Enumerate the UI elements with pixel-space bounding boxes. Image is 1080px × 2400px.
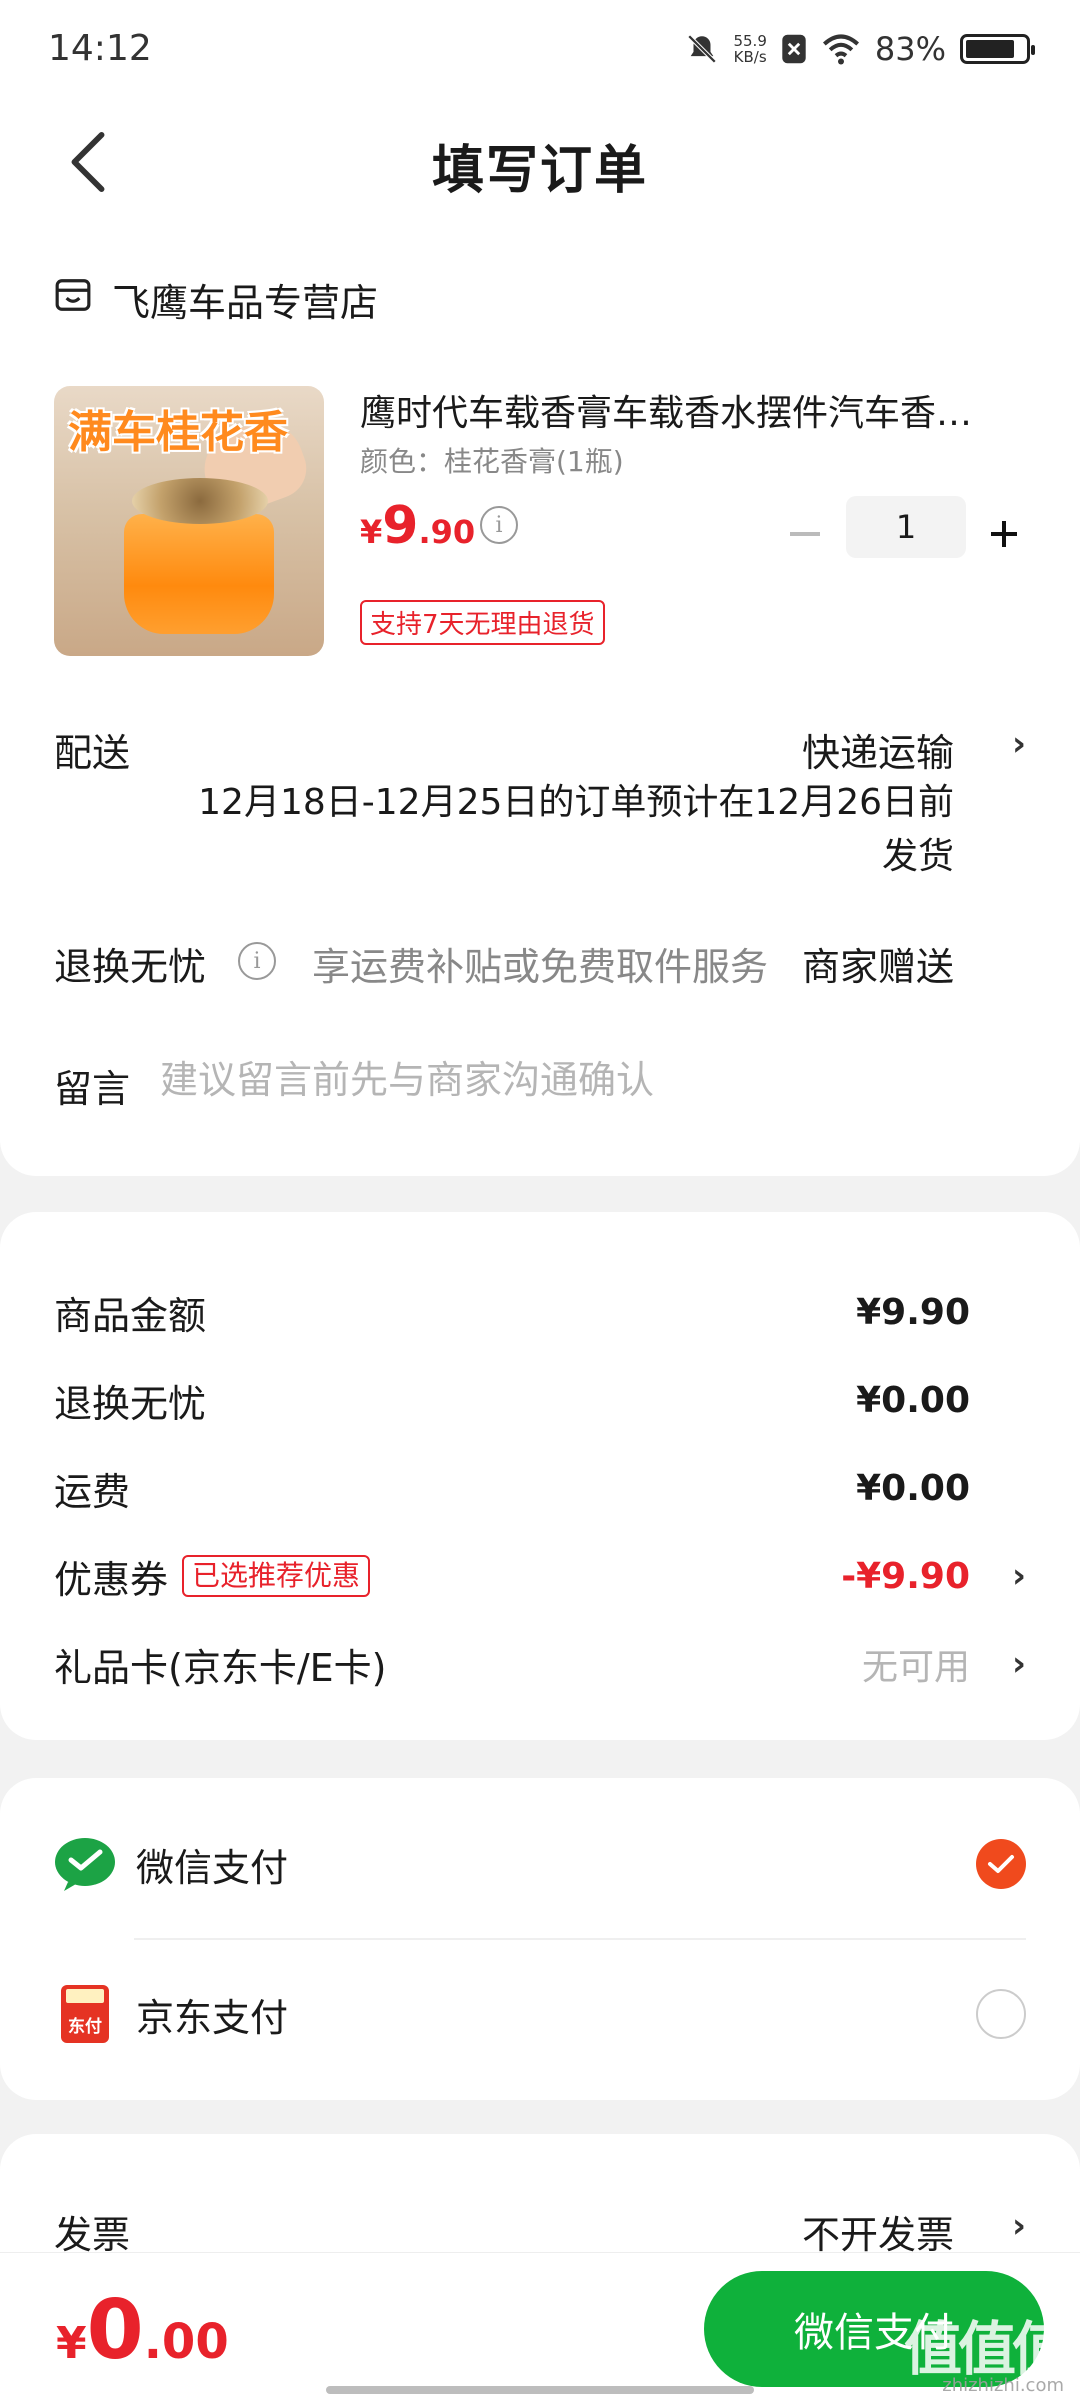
jd-pay-label: 京东支付	[136, 1995, 289, 2040]
check-icon	[988, 1855, 1014, 1873]
message-label: 留言	[54, 1067, 131, 1111]
watermark-logo: 值值值	[903, 2315, 1070, 2383]
shop-icon	[55, 279, 91, 311]
minus-icon	[790, 532, 820, 536]
goods-amount-label: 商品金额	[54, 1293, 207, 1338]
invoice-label: 发票	[54, 2213, 131, 2257]
worry-free-description: 享运费补贴或免费取件服务	[312, 945, 769, 989]
freight-label: 运费	[54, 1469, 131, 1514]
order-card: 飞鹰车品专营店 满车桂花香 鹰时代车载香膏车载香水摆件汽车香… 颜色：桂花香膏(…	[0, 228, 1080, 1176]
total-decimal: .00	[143, 2314, 229, 2370]
giftcard-value: 无可用	[861, 1647, 970, 1688]
battery-percent: 83%	[874, 30, 946, 68]
mute-bell-icon	[688, 34, 717, 64]
home-indicator[interactable]	[326, 2386, 754, 2394]
price-summary-card: 商品金额 ¥9.90 退换无忧 ¥0.00 运费 ¥0.00 优惠券 已选推荐优…	[0, 1212, 1080, 1740]
page-title: 填写订单	[431, 141, 648, 201]
return-policy-badge: 支持7天无理由退货	[360, 600, 605, 645]
delivery-chevron-icon[interactable]: ›	[1012, 724, 1026, 764]
payment-option-wechat[interactable]: 微信支付	[54, 1804, 1026, 1924]
watermark-url: zhizhizhi.com	[942, 2375, 1064, 2396]
giftcard-chevron-icon[interactable]: ›	[1012, 1644, 1026, 1684]
quantity-decrease-button[interactable]	[785, 514, 825, 554]
quantity-increase-button[interactable]	[984, 514, 1024, 554]
total-symbol: ¥	[56, 2318, 87, 2369]
coupon-recommended-badge: 已选推荐优惠	[182, 1555, 371, 1597]
quantity-input[interactable]: 1	[846, 496, 966, 558]
worry-free-fee-label: 退换无忧	[54, 1381, 207, 1426]
delivery-label: 配送	[54, 731, 131, 775]
summary-row-freight: 运费 ¥0.00	[54, 1458, 1026, 1518]
summary-row-goods: 商品金额 ¥9.90	[54, 1282, 1026, 1342]
product-name[interactable]: 鹰时代车载香膏车载香水摆件汽车香…	[360, 384, 1030, 436]
payment-option-jd[interactable]: 东付 京东支付	[54, 1954, 1026, 2074]
price-integer: 9	[382, 496, 419, 556]
price-symbol: ¥	[360, 513, 383, 551]
freight-value: ¥0.00	[856, 1467, 970, 1509]
worry-free-fee-value: ¥0.00	[856, 1379, 970, 1421]
worry-free-label: 退换无忧	[54, 945, 207, 989]
payment-method-card: 微信支付 东付 京东支付	[0, 1778, 1080, 2100]
wechat-pay-label: 微信支付	[136, 1845, 289, 1890]
worry-free-info-icon[interactable]: i	[238, 942, 276, 980]
jd-pay-radio-unchecked[interactable]	[976, 1989, 1026, 2039]
payment-divider	[134, 1938, 1026, 1940]
battery-icon	[960, 34, 1035, 64]
status-bar: 14:12 55.9 KB/s 83%	[0, 0, 1080, 100]
product-attribute[interactable]: 颜色：桂花香膏(1瓶)	[360, 440, 624, 480]
price-decimal: .90	[418, 513, 476, 551]
order-total: ¥0.00	[56, 2283, 229, 2378]
product-image[interactable]: 满车桂花香	[54, 386, 324, 656]
checkout-bar: ¥0.00 微信支付 值值值 zhizhizhi.com	[0, 2252, 1080, 2400]
image-jar	[124, 514, 274, 634]
shop-name[interactable]: 飞鹰车品专营店	[112, 272, 378, 327]
product-image-caption: 满车桂花香	[68, 407, 288, 458]
network-speed: 55.9 KB/s	[733, 32, 767, 66]
invoice-chevron-icon[interactable]: ›	[1012, 2206, 1026, 2246]
price-info-icon[interactable]: i	[480, 506, 518, 544]
goods-amount-value: ¥9.90	[856, 1291, 970, 1333]
coupon-value: -¥9.90	[841, 1555, 970, 1597]
image-jar-lid	[132, 478, 268, 524]
battery-level	[966, 40, 1015, 58]
jd-pay-icon: 东付	[54, 1983, 116, 2045]
worry-free-value: 商家赠送	[801, 945, 954, 989]
product-price: ¥9.90	[360, 496, 475, 556]
message-input[interactable]	[160, 1058, 1020, 1102]
total-integer: 0	[86, 2283, 144, 2378]
invoice-value[interactable]: 不开发票	[802, 2204, 954, 2259]
nav-bar: 填写订单	[0, 100, 1080, 230]
wechat-pay-icon	[54, 1833, 116, 1895]
status-icons: 55.9 KB/s 83%	[685, 26, 1035, 72]
coupon-chevron-icon[interactable]: ›	[1012, 1556, 1026, 1596]
coupon-label: 优惠券	[54, 1557, 169, 1602]
summary-row-worry-free: 退换无忧 ¥0.00	[54, 1370, 1026, 1430]
wechat-pay-radio-checked[interactable]	[976, 1839, 1026, 1889]
plus-icon	[991, 521, 1017, 547]
delivery-estimate: 12月18日-12月25日的订单预计在12月26日前发货	[198, 782, 954, 877]
giftcard-label: 礼品卡(京东卡/E卡)	[54, 1645, 387, 1690]
sim-x-icon	[782, 34, 806, 64]
summary-row-coupon[interactable]: 优惠券 已选推荐优惠 -¥9.90 ›	[54, 1546, 1026, 1606]
wifi-icon	[822, 34, 859, 65]
summary-row-giftcard[interactable]: 礼品卡(京东卡/E卡) 无可用 ›	[54, 1634, 1026, 1694]
delivery-method[interactable]: 快递运输	[802, 722, 954, 777]
status-time: 14:12	[48, 28, 152, 69]
